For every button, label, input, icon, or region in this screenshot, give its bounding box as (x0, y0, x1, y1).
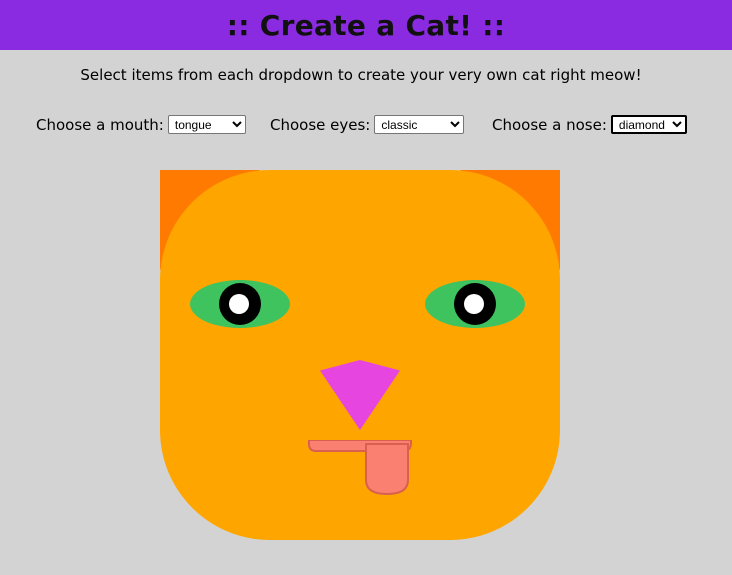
page-title: :: Create a Cat! :: (226, 8, 506, 42)
eyes-label: Choose eyes: (270, 115, 371, 134)
mouth-select[interactable]: tongue (167, 115, 246, 134)
right-eye-shine (464, 294, 484, 314)
right-pupil (454, 283, 496, 325)
instructions-text: Select items from each dropdown to creat… (80, 66, 642, 84)
left-pupil (219, 283, 261, 325)
cat-mouth-tongue (308, 440, 412, 496)
cat-right-eye (425, 280, 525, 328)
eyes-select[interactable]: classic (374, 115, 465, 134)
cat-nose-diamond (320, 360, 400, 430)
cat-right-ear (460, 170, 560, 270)
cat-head (160, 170, 560, 540)
cat-left-eye (190, 280, 290, 328)
mouth-line (308, 440, 412, 452)
eyes-control: Choose eyes: classic (270, 115, 465, 134)
left-eye-shine (229, 294, 249, 314)
nose-label: Choose a nose: (492, 115, 607, 134)
nose-select[interactable]: diamond (610, 115, 687, 134)
mouth-control: Choose a mouth: tongue (36, 115, 246, 134)
mouth-label: Choose a mouth: (36, 115, 164, 134)
tongue (365, 443, 409, 496)
nose-control: Choose a nose: diamond (492, 115, 687, 134)
page-header: :: Create a Cat! :: (0, 0, 732, 50)
cat-left-ear (160, 170, 260, 270)
cat-controls: Choose a mouth: tongue Choose eyes: clas… (0, 115, 732, 137)
cat-canvas (0, 0, 732, 575)
